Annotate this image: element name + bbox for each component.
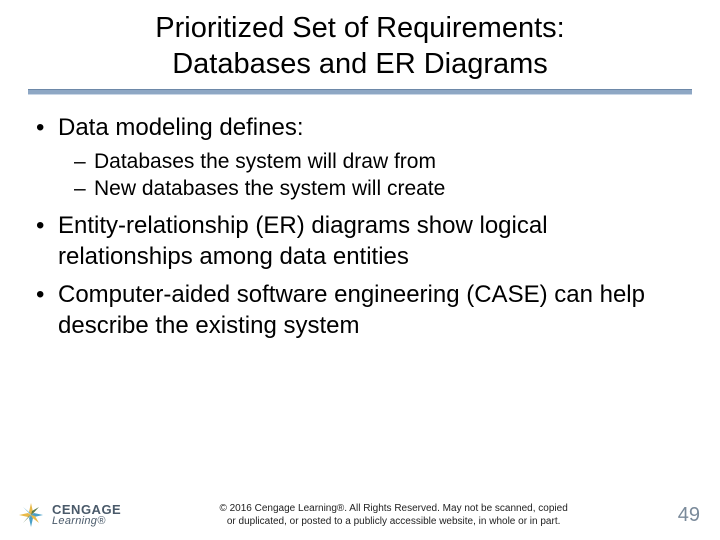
bullet-item: Data modeling defines: Databases the sys… xyxy=(34,113,686,203)
cengage-starburst-icon xyxy=(16,500,46,530)
bullet-text: Entity-relationship (ER) diagrams show l… xyxy=(58,212,548,270)
slide-body: Data modeling defines: Databases the sys… xyxy=(0,95,720,342)
bullet-item: Computer-aided software engineering (CAS… xyxy=(34,280,686,341)
title-line-1: Prioritized Set of Requirements: xyxy=(155,12,564,44)
copyright-notice: © 2016 Cengage Learning®. All Rights Res… xyxy=(121,502,666,528)
publisher-logo: CENGAGE Learning® xyxy=(16,500,121,530)
bullet-item: Entity-relationship (ER) diagrams show l… xyxy=(34,211,686,272)
sub-bullet-item: New databases the system will create xyxy=(58,176,686,203)
page-number: 49 xyxy=(666,504,700,527)
bullet-text: Data modeling defines: xyxy=(58,114,303,141)
title-line-2: Databases and ER Diagrams xyxy=(172,48,548,80)
sub-bullet-item: Databases the system will draw from xyxy=(58,149,686,176)
copyright-line-1: © 2016 Cengage Learning®. All Rights Res… xyxy=(219,503,567,514)
copyright-line-2: or duplicated, or posted to a publicly a… xyxy=(227,516,561,527)
slide-title: Prioritized Set of Requirements: Databas… xyxy=(0,0,720,83)
slide-footer: CENGAGE Learning® © 2016 Cengage Learnin… xyxy=(0,500,720,530)
bullet-text: Computer-aided software engineering (CAS… xyxy=(58,281,645,339)
logo-sub-text: Learning® xyxy=(52,516,121,527)
